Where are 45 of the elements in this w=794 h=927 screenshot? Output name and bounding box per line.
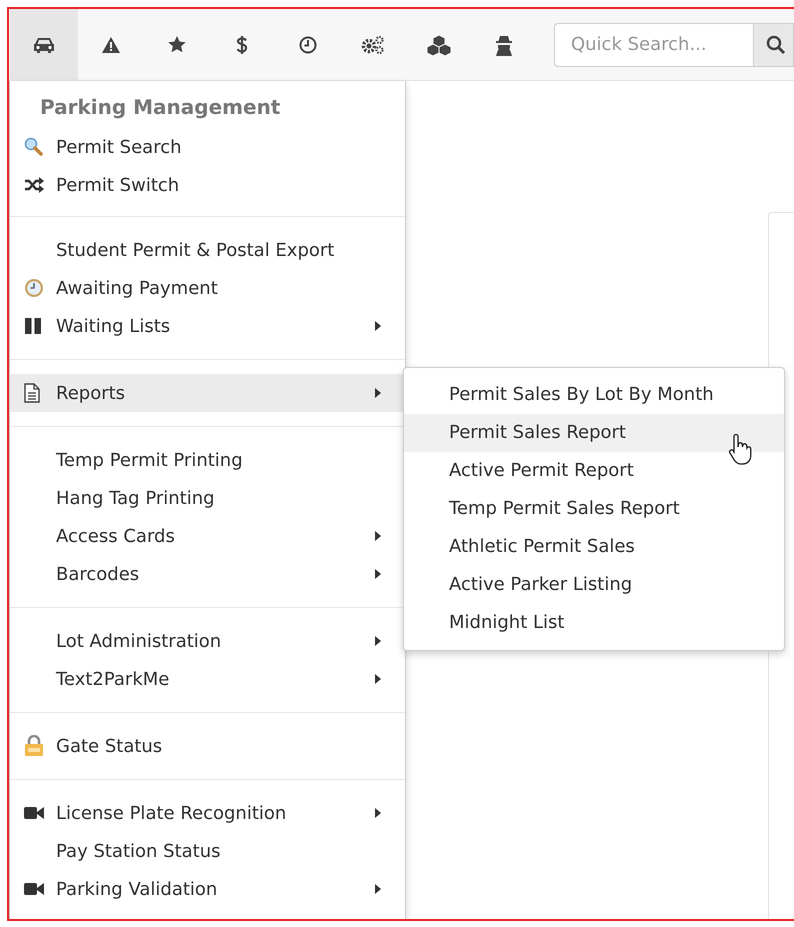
menu-item[interactable]: Waiting Lists [10, 307, 405, 345]
menu-item[interactable]: Access Cards [10, 517, 405, 555]
dollar-icon [236, 34, 248, 54]
car-icon [33, 36, 56, 54]
toolbar-button[interactable] [10, 9, 78, 80]
hand-cursor-icon [728, 434, 752, 466]
submenu-item[interactable]: Active Permit Report [404, 452, 784, 490]
menu-item[interactable]: Temp Permit Printing [10, 441, 405, 479]
menu-item[interactable]: Parking Validation [10, 870, 405, 908]
star-icon [168, 36, 186, 53]
hooded-figure-icon [495, 34, 514, 56]
submenu-item[interactable]: Permit Sales By Lot By Month [404, 376, 784, 414]
menu-item[interactable]: Awaiting Payment [10, 269, 405, 307]
submenu-item[interactable]: Temp Permit Sales Report [404, 490, 784, 528]
clock-icon [24, 278, 44, 298]
menu-item[interactable]: Permit Search [10, 128, 405, 166]
menu-item[interactable]: License Plate Recognition [10, 794, 405, 832]
submenu-item[interactable]: Midnight List [404, 604, 784, 642]
shuffle-icon [24, 177, 44, 193]
menu-item[interactable]: Gate Status [10, 727, 405, 765]
search-button[interactable] [754, 22, 794, 66]
warning-icon [101, 36, 122, 54]
padlock-icon [24, 735, 44, 757]
quick-search-field[interactable]: Quick Search... [554, 22, 754, 66]
submenu-item[interactable]: Permit Sales Report [404, 414, 784, 452]
video-camera-icon [24, 806, 44, 820]
gears-icon [361, 34, 386, 54]
menu-item[interactable]: Lot Administration [10, 622, 405, 660]
menu-item[interactable]: Hang Tag Printing [10, 479, 405, 517]
menu-item[interactable]: Pay Station Status [10, 832, 405, 870]
menu-item[interactable]: Text2ParkMe [10, 660, 405, 698]
magnifier-icon [24, 137, 44, 157]
menu-title: Parking Management [39, 94, 282, 121]
clock-icon [298, 36, 317, 54]
search-icon [766, 34, 786, 54]
submenu-item[interactable]: Athletic Permit Sales [404, 528, 784, 566]
menu-item[interactable]: Reports [10, 374, 405, 412]
document-icon [24, 383, 40, 403]
pause-icon [24, 317, 42, 335]
menu-item[interactable]: Student Permit & Postal Export [10, 231, 405, 269]
menu-item[interactable]: Permit Switch [10, 166, 405, 204]
menu-item[interactable]: Barcodes [10, 555, 405, 593]
submenu-item[interactable]: Active Parker Listing [404, 566, 784, 604]
video-camera-icon [24, 882, 44, 896]
cubes-icon [424, 34, 453, 56]
